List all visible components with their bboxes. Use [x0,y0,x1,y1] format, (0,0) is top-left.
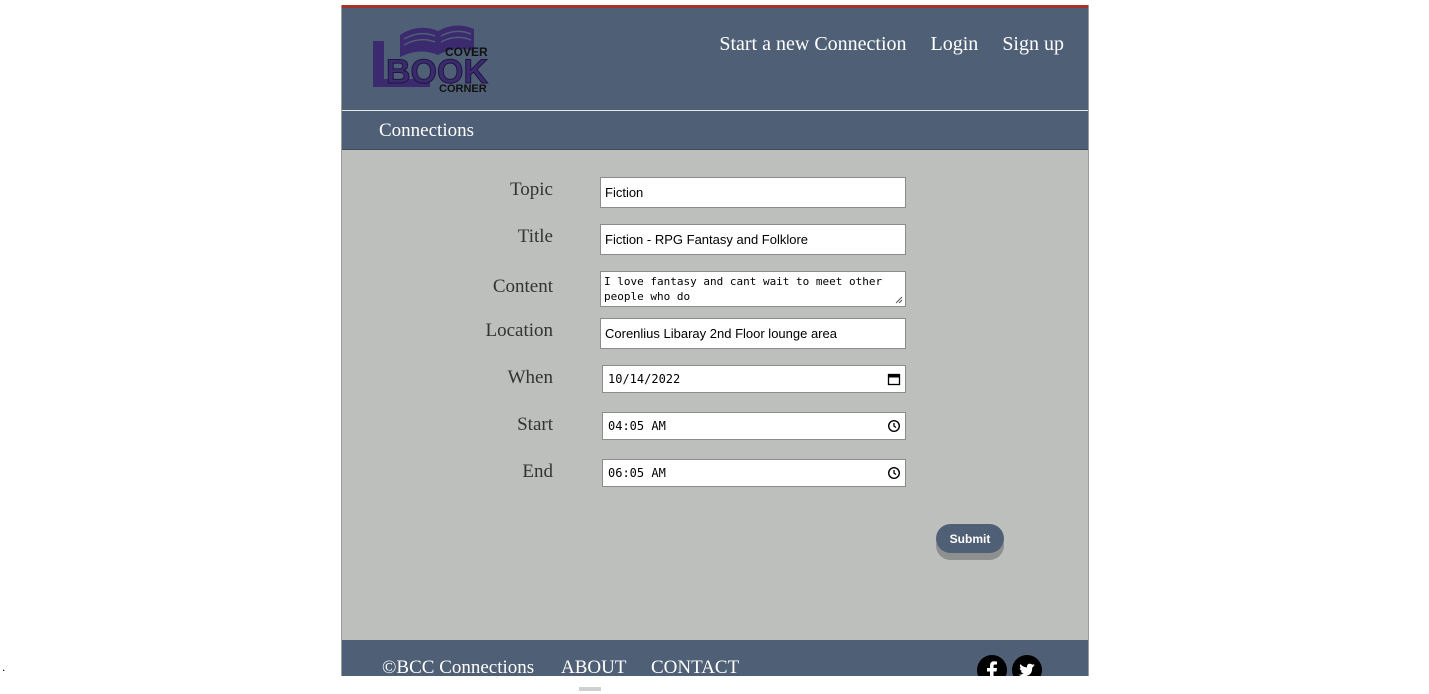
title-row: Title [342,224,1088,256]
content-text: I love fantasy and cant wait to meet oth… [604,275,883,303]
footer-contact-link[interactable]: CONTACT [651,657,739,676]
date-input[interactable]: 10/14/2022 [602,365,906,393]
topic-input[interactable] [600,177,906,208]
location-input[interactable] [600,318,906,349]
nav-login-link[interactable]: Login [931,32,979,56]
footer-copyright: ©BCC Connections [382,657,535,676]
book-cover-corner-logo[interactable]: COVER BOOK CORNER [370,23,500,93]
resize-grip-icon[interactable] [895,296,903,304]
content-textarea[interactable]: I love fantasy and cant wait to meet oth… [600,271,906,307]
partial-element-below [579,687,601,691]
location-row: Location [342,318,1088,350]
location-label: Location [485,320,553,341]
title-input[interactable] [600,224,906,255]
page-container: COVER BOOK CORNER Start a new Connection… [341,5,1089,676]
topic-row: Topic [342,177,1088,209]
when-label: When [507,367,553,388]
facebook-icon[interactable] [977,655,1007,676]
end-time-value: 06:05 AM [608,466,666,480]
top-nav: Start a new Connection Login Sign up [719,32,1064,56]
subheader-bar: Connections [342,111,1088,150]
start-row: Start 04:05 AM [342,412,1088,444]
start-time-input[interactable]: 04:05 AM [602,412,906,440]
stray-dot: . [2,660,6,674]
page-title: Connections [379,120,474,141]
end-time-input[interactable]: 06:05 AM [602,459,906,487]
site-footer: ©BCC Connections ABOUT CONTACT [342,640,1088,676]
content-label: Content [492,276,553,297]
site-header: COVER BOOK CORNER Start a new Connection… [342,8,1088,111]
start-label: Start [517,414,553,435]
nav-start-new-connection-link[interactable]: Start a new Connection [719,32,906,56]
svg-text:CORNER: CORNER [439,83,487,93]
calendar-icon[interactable] [887,372,901,386]
nav-sign-up-link[interactable]: Sign up [1002,32,1064,56]
when-row: When 10/14/2022 [342,365,1088,397]
end-row: End 06:05 AM [342,459,1088,491]
end-label: End [522,461,553,482]
submit-button[interactable]: Submit [936,524,1004,553]
date-value: 10/14/2022 [608,372,681,386]
clock-icon[interactable] [887,419,901,433]
twitter-icon[interactable] [1012,655,1042,676]
clock-icon[interactable] [887,466,901,480]
content-row: Content I love fantasy and cant wait to … [342,271,1088,307]
start-time-value: 04:05 AM [608,419,666,433]
topic-label: Topic [510,179,553,200]
logo-graphic: COVER BOOK CORNER [373,25,489,93]
title-label: Title [517,226,553,247]
footer-about-link[interactable]: ABOUT [561,657,626,676]
